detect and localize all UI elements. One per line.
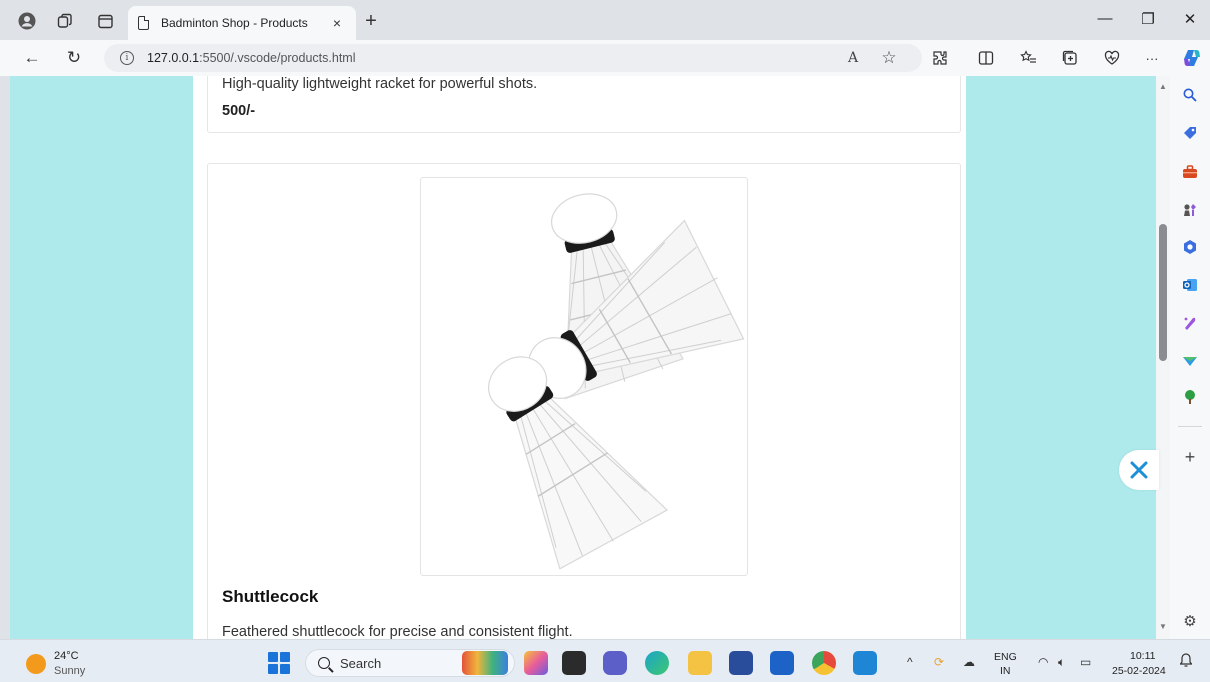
product-card-racket: High-quality lightweight racket for powe… [207,76,961,133]
more-options-icon[interactable]: ··· [1140,46,1164,70]
sidebar-outlook-icon[interactable] [1179,274,1201,296]
clock-time[interactable]: 10:11 [1130,650,1156,662]
copilot-icon[interactable] [1180,46,1204,70]
product-name: Shuttlecock [222,587,319,606]
address-bar[interactable]: i 127.0.0.1:5500/.vscode/products.html A… [104,44,922,72]
vscode-icon[interactable] [853,651,877,675]
sidebar-divider [1178,426,1202,427]
tray-sync-icon[interactable]: ⟳ [934,655,944,669]
language-code[interactable]: ENG [994,651,1017,663]
scrollbar-thumb[interactable] [1159,224,1167,361]
search-highlights-icon[interactable] [462,651,508,675]
tab-title: Badminton Shop - Products [161,16,308,30]
shuttlecock-image [420,177,748,576]
weather-condition: Sunny [54,665,86,677]
back-button[interactable]: ← [20,46,44,70]
url-path: :5500/.vscode/products.html [199,51,356,65]
tab-close-icon[interactable]: × [328,15,346,31]
start-button[interactable] [268,652,290,674]
tab-actions-icon[interactable] [92,8,118,34]
sun-icon [26,654,46,674]
site-info-icon[interactable]: i [120,51,134,65]
clock-date[interactable]: 25-02-2024 [1112,665,1166,677]
windows-taskbar: 24°C Sunny Search ^ ⟳ ☁ ENG IN ◠ 🔈︎ ▭ 10… [0,639,1210,682]
sidebar-tools-icon[interactable] [1179,161,1201,183]
start-pane-icon [268,664,278,674]
task-view-icon[interactable] [562,651,586,675]
page-icon [138,16,149,30]
extensions-icon[interactable] [928,46,952,70]
notification-bell-icon[interactable] [1179,653,1193,670]
sidebar-send-icon[interactable] [1179,350,1201,372]
browser-titlebar: Badminton Shop - Products × + — ❐ ✕ [0,0,1210,40]
edge-sidebar: + ⚙ [1170,76,1210,639]
weather-temperature: 24°C [54,650,79,662]
tray-cloud-icon[interactable]: ☁ [963,655,975,669]
read-aloud-icon[interactable]: A [842,47,864,69]
wifi-icon[interactable]: ◠ [1038,655,1048,669]
active-tab[interactable]: Badminton Shop - Products × [128,6,356,40]
shuttlecock-illustration [488,193,745,570]
refresh-button[interactable]: ↻ [62,46,86,70]
close-window-button[interactable]: ✕ [1178,10,1202,28]
sidebar-designer-icon[interactable] [1179,312,1201,334]
sidebar-settings-icon[interactable]: ⚙ [1179,610,1201,632]
sidebar-shopping-icon[interactable] [1179,122,1201,144]
page-scrollbar[interactable]: ▲ ▼ [1156,76,1170,639]
favorites-icon[interactable] [1016,46,1040,70]
mail-icon[interactable] [770,651,794,675]
copilot-floating-button[interactable] [1119,450,1159,490]
url-host: 127.0.0.1 [147,51,200,65]
file-explorer-icon[interactable] [688,651,712,675]
language-region[interactable]: IN [1000,665,1011,677]
product-price: 500/- [222,103,256,119]
start-pane-icon [280,664,290,674]
sidebar-search-icon[interactable] [1179,84,1201,106]
tray-overflow-chevron[interactable]: ^ [907,655,913,669]
preview-app-icon[interactable] [524,651,548,675]
microsoft-store-icon[interactable] [729,651,753,675]
sidebar-add-icon[interactable]: + [1179,446,1201,468]
battery-icon[interactable]: ▭ [1080,655,1091,669]
teams-chat-icon[interactable] [603,651,627,675]
new-tab-button[interactable]: + [360,10,382,33]
volume-icon[interactable]: 🔈︎ [1058,655,1065,670]
search-label: Search [340,655,382,671]
search-icon [318,657,330,669]
start-pane-icon [280,652,290,662]
product-description: High-quality lightweight racket for powe… [222,76,538,92]
sidebar-tree-icon[interactable] [1179,386,1201,408]
page-viewport: High-quality lightweight racket for powe… [10,76,1156,639]
profile-icon[interactable] [14,8,40,34]
minimize-button[interactable]: — [1093,10,1117,27]
start-pane-icon [268,652,278,662]
browser-navbar: ← ↻ i 127.0.0.1:5500/.vscode/products.ht… [0,40,1210,76]
browser-essentials-icon[interactable] [1100,46,1124,70]
product-description: Feathered shuttlecock for precise and co… [222,624,573,639]
split-screen-icon[interactable] [974,46,998,70]
edge-taskbar-icon[interactable] [645,651,669,675]
sidebar-microsoft365-icon[interactable] [1179,236,1201,258]
sidebar-games-icon[interactable] [1179,199,1201,221]
copilot-sparkle-icon [1130,461,1148,479]
scroll-up-arrow-icon[interactable]: ▲ [1158,82,1168,91]
collections-icon[interactable] [1058,46,1082,70]
workspaces-icon[interactable] [52,8,78,34]
product-card-shuttlecock: Shuttlecock Feathered shuttlecock for pr… [207,163,961,639]
chrome-icon[interactable] [812,651,836,675]
restore-button[interactable]: ❐ [1136,10,1160,28]
products-container: High-quality lightweight racket for powe… [193,76,966,639]
url-text: 127.0.0.1:5500/.vscode/products.html [147,51,355,65]
favorite-star-icon[interactable]: ☆ [878,47,900,69]
scroll-down-arrow-icon[interactable]: ▼ [1158,622,1168,631]
